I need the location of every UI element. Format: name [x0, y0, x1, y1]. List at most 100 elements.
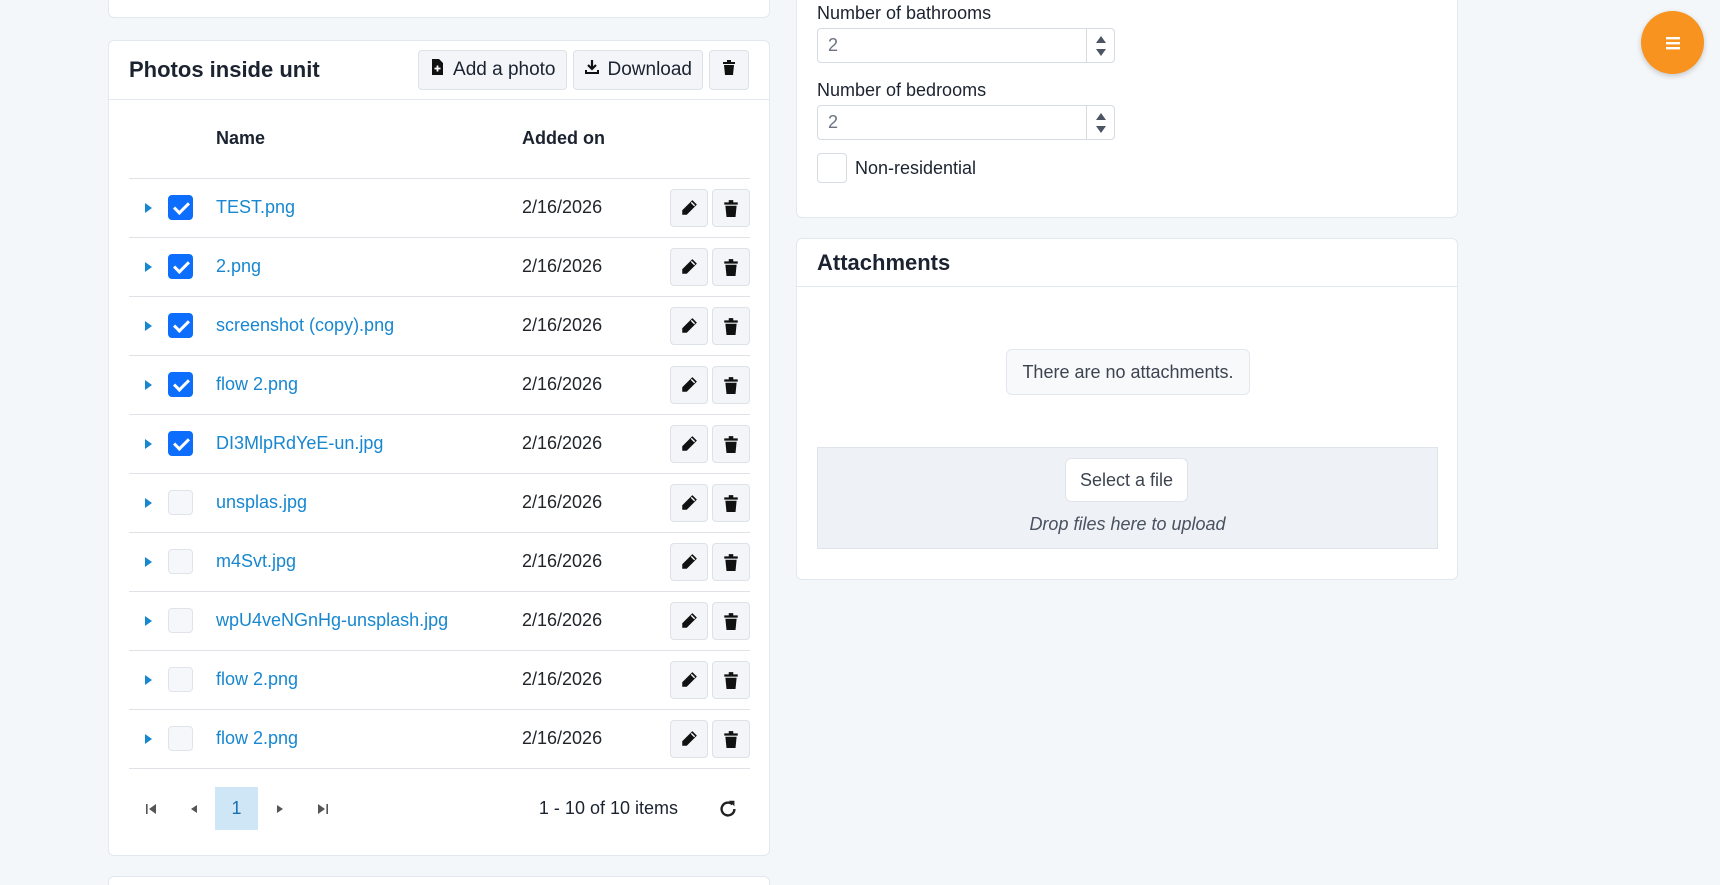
delete-row-button[interactable]	[712, 483, 750, 522]
hamburger-icon	[1665, 36, 1680, 49]
bathrooms-input[interactable]	[817, 28, 1115, 63]
expand-row-icon[interactable]	[145, 262, 152, 272]
file-name-link[interactable]: m4Svt.jpg	[216, 551, 296, 571]
download-button[interactable]: Download	[572, 50, 703, 90]
row-checkbox[interactable]	[168, 667, 193, 692]
select-file-button[interactable]: Select a file	[1065, 458, 1188, 502]
delete-row-button[interactable]	[712, 719, 750, 758]
table-row[interactable]: m4Svt.jpg 2/16/2026	[129, 532, 750, 592]
next-page-button[interactable]	[258, 787, 301, 830]
table-row[interactable]: flow 2.png 2/16/2026	[129, 355, 750, 415]
nonresidential-checkbox[interactable]	[817, 153, 847, 183]
edit-button[interactable]	[670, 542, 708, 581]
bathrooms-label: Number of bathrooms	[817, 3, 992, 23]
upload-dropzone[interactable]: Select a file Drop files here to upload	[817, 447, 1438, 549]
bathrooms-spinner[interactable]	[1086, 29, 1114, 62]
expand-row-icon[interactable]	[145, 321, 152, 331]
expand-row-icon[interactable]	[145, 380, 152, 390]
spinner-up-icon[interactable]	[1095, 35, 1106, 43]
file-name-link[interactable]: TEST.png	[216, 197, 295, 217]
row-checkbox[interactable]	[168, 726, 193, 751]
column-header-name[interactable]: Name	[216, 100, 522, 179]
expand-row-icon[interactable]	[145, 734, 152, 744]
table-row[interactable]: DI3MlpRdYeE-un.jpg 2/16/2026	[129, 414, 750, 474]
pencil-icon	[680, 435, 698, 453]
bathrooms-value[interactable]	[818, 29, 1086, 62]
row-checkbox[interactable]	[168, 313, 193, 338]
file-name-link[interactable]: flow 2.png	[216, 669, 298, 689]
table-row[interactable]: flow 2.png 2/16/2026	[129, 709, 750, 769]
file-name-link[interactable]: unsplas.jpg	[216, 492, 307, 512]
delete-row-button[interactable]	[712, 306, 750, 345]
file-name-link[interactable]: DI3MlpRdYeE-un.jpg	[216, 433, 383, 453]
last-page-button[interactable]	[301, 787, 344, 830]
table-row[interactable]: unsplas.jpg 2/16/2026	[129, 473, 750, 533]
file-name-link[interactable]: wpU4veNGnHg-unsplash.jpg	[216, 610, 448, 630]
row-checkbox[interactable]	[168, 549, 193, 574]
row-checkbox[interactable]	[168, 490, 193, 515]
edit-button[interactable]	[670, 247, 708, 286]
add-photo-button[interactable]: Add a photo	[418, 50, 567, 90]
row-checkbox[interactable]	[168, 431, 193, 456]
bedrooms-input[interactable]	[817, 105, 1115, 140]
file-name-link[interactable]: screenshot (copy).png	[216, 315, 394, 335]
added-on-cell: 2/16/2026	[522, 650, 646, 710]
pencil-icon	[680, 730, 698, 748]
edit-button[interactable]	[670, 188, 708, 227]
photos-card-header: Photos inside unit Add a photo Download	[109, 41, 769, 100]
menu-fab-button[interactable]	[1641, 11, 1704, 74]
edit-button[interactable]	[670, 306, 708, 345]
edit-button[interactable]	[670, 483, 708, 522]
delete-row-button[interactable]	[712, 424, 750, 463]
file-name-link[interactable]: 2.png	[216, 256, 261, 276]
column-header-added-on[interactable]: Added on	[522, 100, 646, 179]
table-row[interactable]: flow 2.png 2/16/2026	[129, 650, 750, 710]
delete-row-button[interactable]	[712, 188, 750, 227]
trash-icon	[722, 435, 740, 453]
spinner-down-icon[interactable]	[1095, 48, 1106, 56]
delete-row-button[interactable]	[712, 601, 750, 640]
page-number-button[interactable]: 1	[215, 787, 258, 830]
bedrooms-value[interactable]	[818, 106, 1086, 139]
spinner-down-icon[interactable]	[1095, 125, 1106, 133]
delete-row-button[interactable]	[712, 660, 750, 699]
edit-button[interactable]	[670, 660, 708, 699]
pencil-icon	[680, 376, 698, 394]
expand-row-icon[interactable]	[145, 439, 152, 449]
drop-hint: Drop files here to upload	[1029, 514, 1226, 534]
edit-button[interactable]	[670, 365, 708, 404]
prev-page-button[interactable]	[172, 787, 215, 830]
table-row[interactable]: screenshot (copy).png 2/16/2026	[129, 296, 750, 356]
trash-icon	[722, 494, 740, 512]
bedrooms-label: Number of bedrooms	[817, 80, 987, 100]
bedrooms-spinner[interactable]	[1086, 106, 1114, 139]
file-name-link[interactable]: flow 2.png	[216, 728, 298, 748]
last-page-icon	[317, 803, 328, 814]
table-row[interactable]: TEST.png 2/16/2026	[129, 178, 750, 238]
refresh-button[interactable]	[706, 787, 749, 830]
added-on-cell: 2/16/2026	[522, 532, 646, 592]
row-checkbox[interactable]	[168, 608, 193, 633]
row-checkbox[interactable]	[168, 254, 193, 279]
edit-button[interactable]	[670, 424, 708, 463]
table-row[interactable]: wpU4veNGnHg-unsplash.jpg 2/16/2026	[129, 591, 750, 651]
expand-row-icon[interactable]	[145, 498, 152, 508]
row-checkbox[interactable]	[168, 372, 193, 397]
added-on-cell: 2/16/2026	[522, 355, 646, 415]
delete-selected-button[interactable]	[709, 50, 749, 90]
edit-button[interactable]	[670, 601, 708, 640]
expand-row-icon[interactable]	[145, 675, 152, 685]
expand-row-icon[interactable]	[145, 203, 152, 213]
expand-row-icon[interactable]	[145, 557, 152, 567]
spinner-up-icon[interactable]	[1095, 112, 1106, 120]
table-row[interactable]: 2.png 2/16/2026	[129, 237, 750, 297]
delete-row-button[interactable]	[712, 247, 750, 286]
row-checkbox[interactable]	[168, 195, 193, 220]
edit-button[interactable]	[670, 719, 708, 758]
expand-row-icon[interactable]	[145, 616, 152, 626]
file-name-link[interactable]: flow 2.png	[216, 374, 298, 394]
pencil-icon	[680, 671, 698, 689]
delete-row-button[interactable]	[712, 542, 750, 581]
delete-row-button[interactable]	[712, 365, 750, 404]
first-page-button[interactable]	[129, 787, 172, 830]
